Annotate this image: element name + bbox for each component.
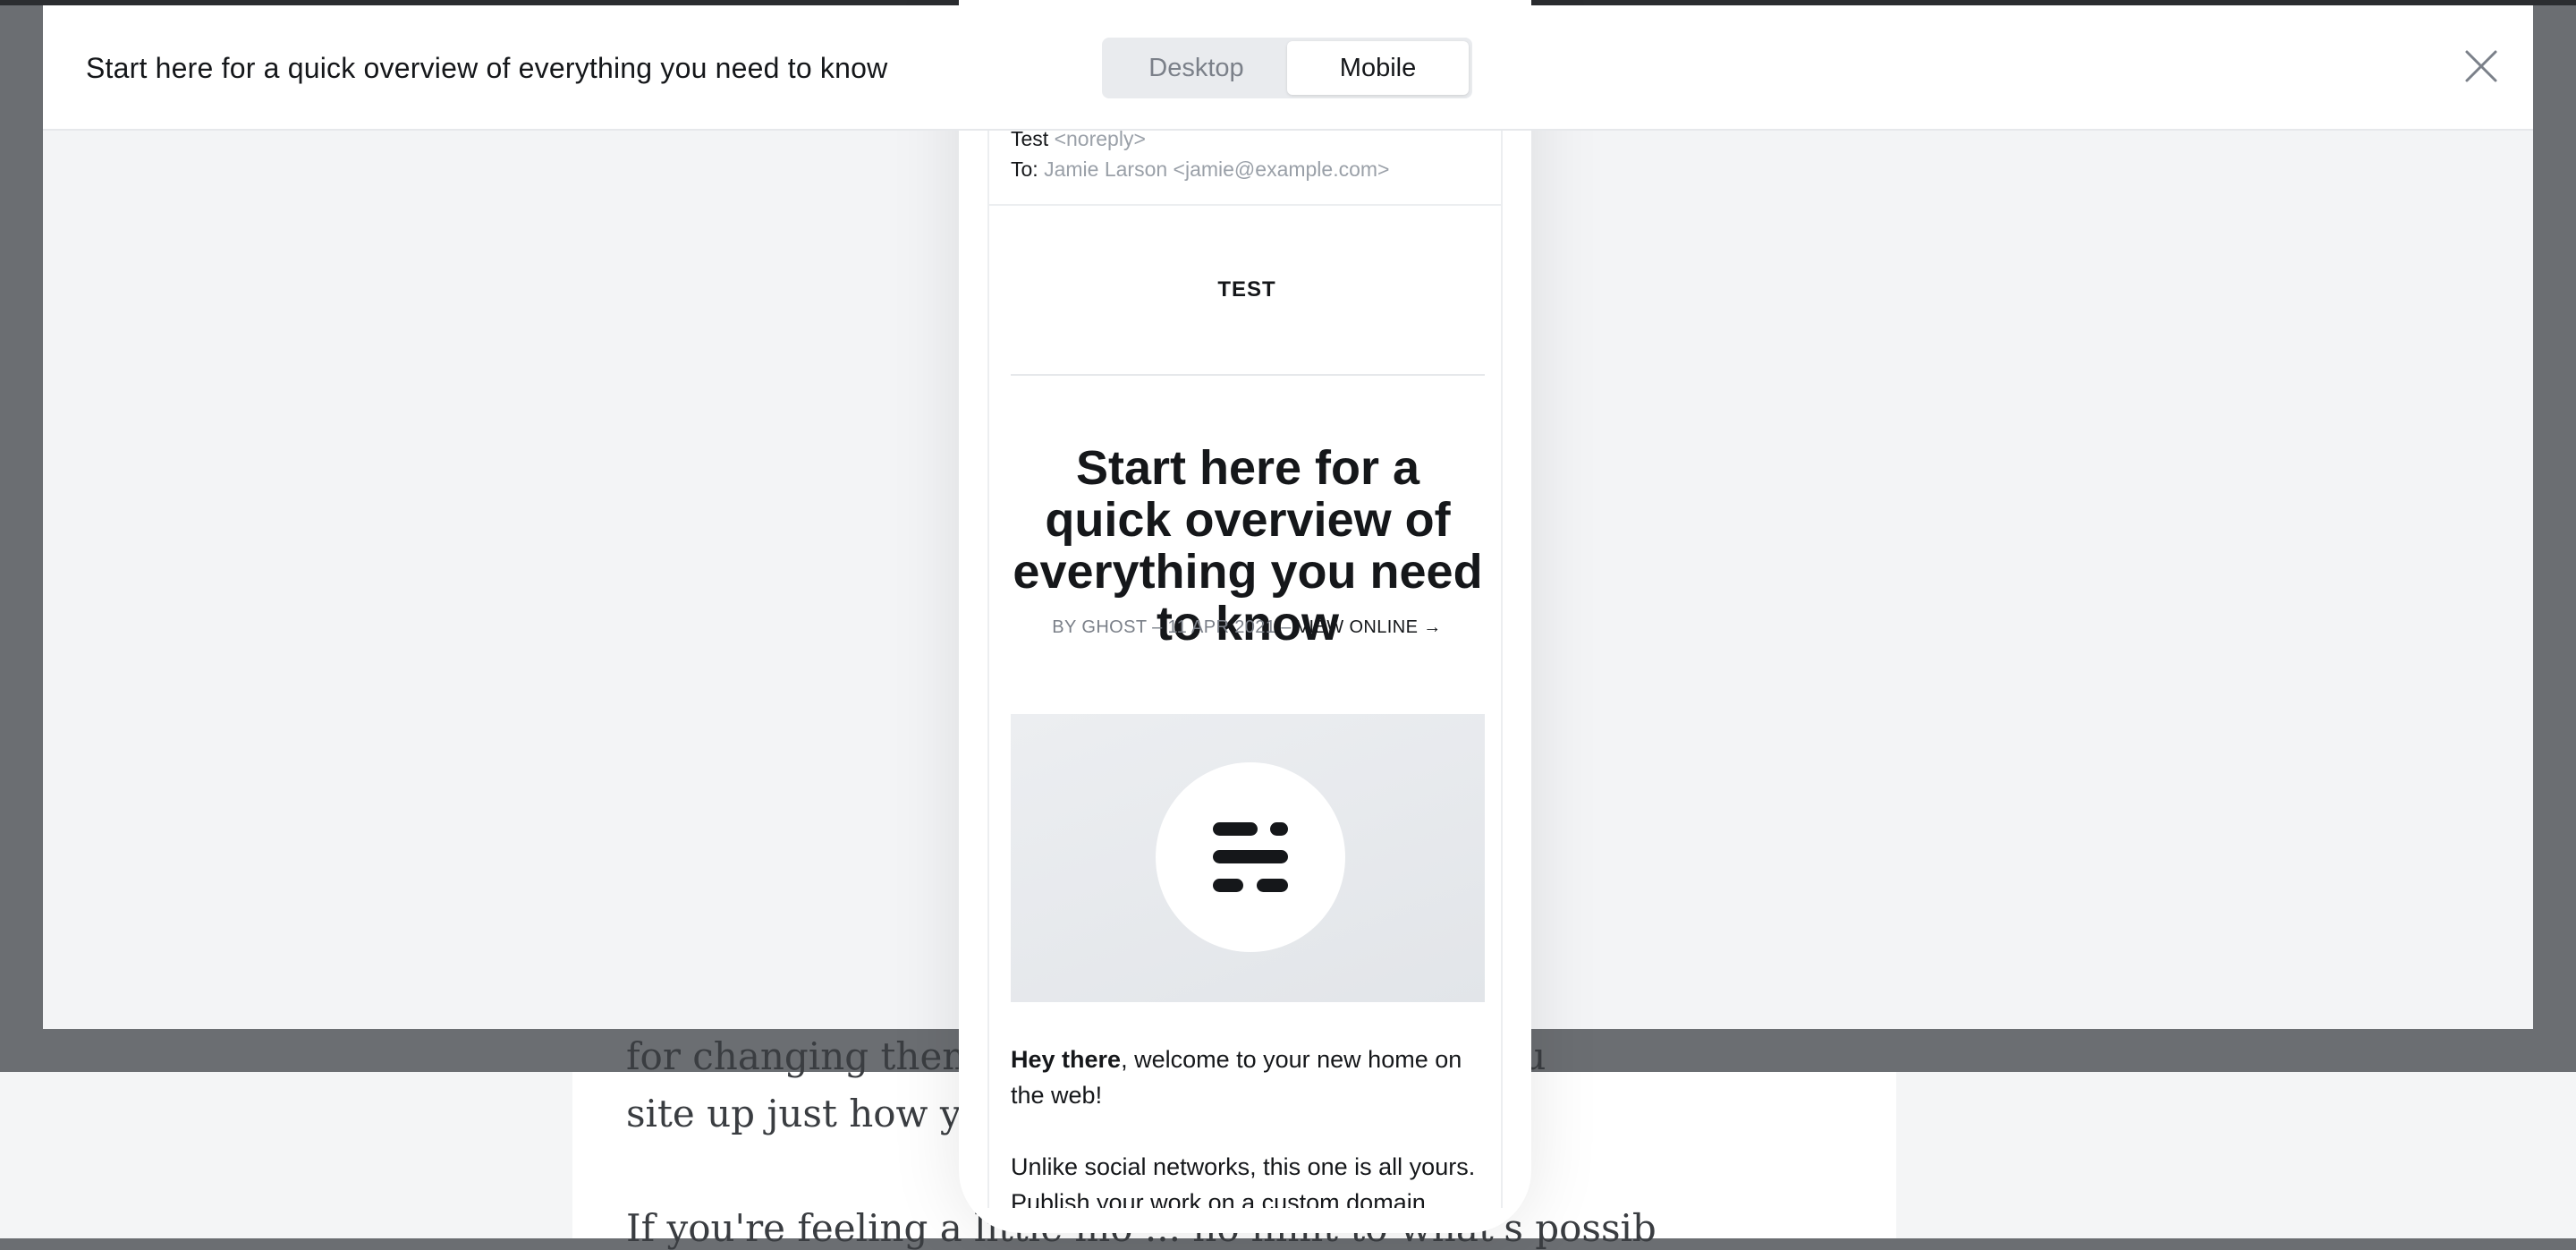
post-meta: BY GHOST – 11 APR 2021 – VIEW ONLINE →	[989, 617, 1501, 638]
email-from: Test <noreply>	[1011, 127, 1146, 151]
desktop-toggle-button[interactable]: Desktop	[1106, 41, 1287, 95]
view-online-link[interactable]: VIEW ONLINE →	[1297, 617, 1442, 637]
mobile-toggle-button[interactable]: Mobile	[1287, 41, 1469, 95]
close-icon[interactable]	[2463, 48, 2499, 84]
greeting-bold: Hey there	[1011, 1046, 1122, 1073]
to-address: Jamie Larson <jamie@example.com>	[1044, 157, 1390, 181]
body-paragraph: Unlike social networks, this one is all …	[1011, 1153, 1476, 1208]
email-to: To: Jamie Larson <jamie@example.com>	[1011, 157, 1390, 182]
feature-logo-circle	[1156, 762, 1345, 952]
ghost-logo-icon	[1213, 822, 1288, 892]
site-divider	[1011, 374, 1485, 376]
header-divider	[989, 204, 1501, 206]
feature-image	[1011, 714, 1485, 1002]
post-byline: BY GHOST – 11 APR 2021 –	[1052, 617, 1297, 637]
email-preview-content[interactable]: Test <noreply> To: Jamie Larson <jamie@e…	[987, 125, 1503, 1208]
modal-title: Start here for a quick overview of every…	[86, 52, 888, 84]
to-label: To:	[1011, 157, 1038, 181]
editor-canvas-right	[1896, 1072, 2576, 1238]
greeting-paragraph: Hey there, welcome to your new home on t…	[1011, 1042, 1485, 1113]
editor-canvas-left	[0, 1072, 572, 1238]
modal-header: Start here for a quick overview of every…	[43, 5, 2533, 131]
preview-mode-toggle: Desktop Mobile	[1102, 38, 1472, 98]
newsletter-site-name: TEST	[1217, 277, 1276, 302]
